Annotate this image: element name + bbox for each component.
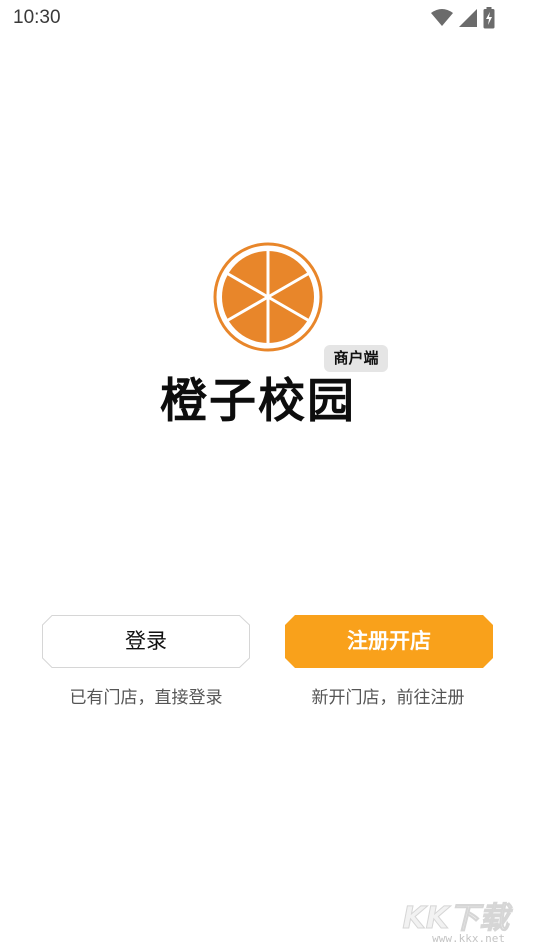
signal-icon (459, 9, 477, 27)
register-store-button[interactable]: 注册开店 (285, 615, 493, 668)
status-time: 10:30 (13, 7, 61, 28)
login-hint: 已有门店，直接登录 (69, 688, 223, 708)
orange-slice-icon (213, 242, 323, 352)
watermark-brand: KK下载 (402, 901, 509, 937)
status-icons (431, 7, 495, 29)
app-name: 橙子校园 (160, 374, 356, 429)
battery-charging-icon (483, 7, 495, 29)
logo-area: 商户端 橙子校园 (0, 242, 535, 442)
status-bar: 10:30 (0, 0, 535, 36)
register-hint: 新开门店，前往注册 (311, 688, 465, 708)
watermark-url: www.kkx.net (432, 932, 505, 945)
watermark: KK下载 www.kkx.net (389, 893, 509, 946)
merchant-badge: 商户端 (324, 345, 388, 372)
login-button[interactable]: 登录 (42, 615, 250, 668)
wifi-icon (431, 9, 453, 26)
